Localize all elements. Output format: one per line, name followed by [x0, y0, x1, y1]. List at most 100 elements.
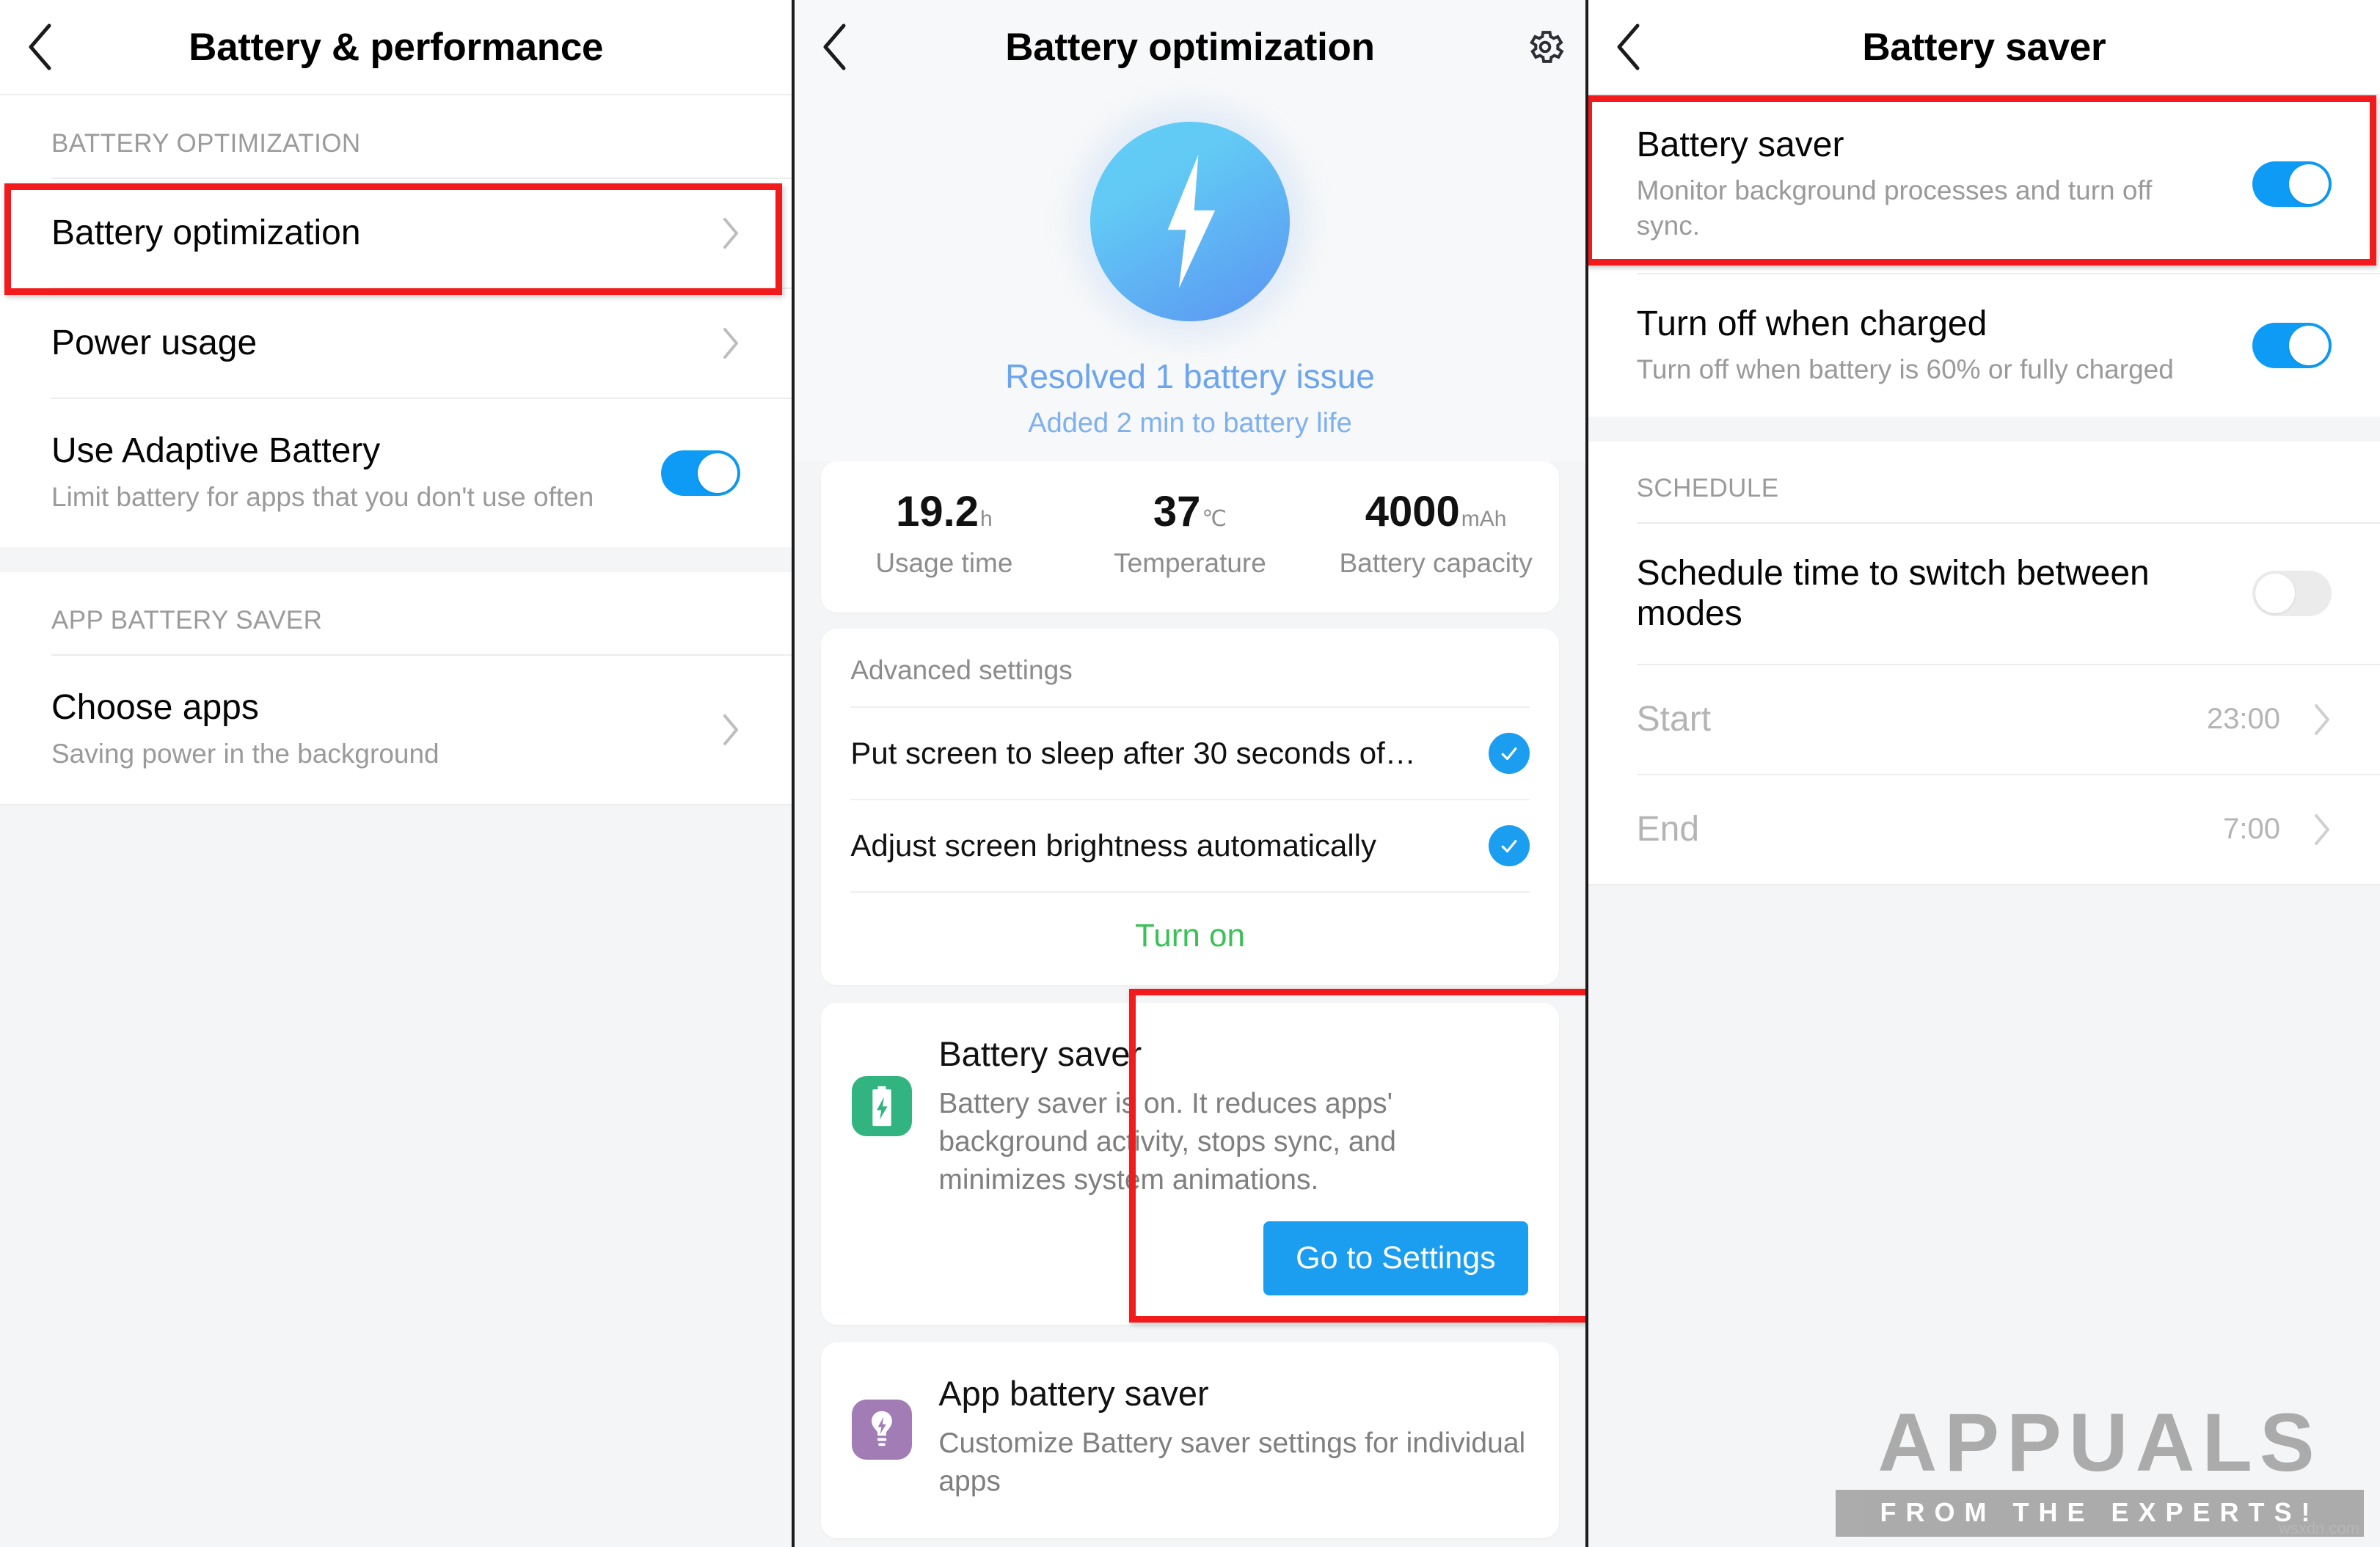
toggle-battery-saver[interactable]	[2252, 161, 2332, 207]
list-item-power-usage[interactable]: Power usage	[0, 289, 792, 398]
stat-label: Usage time	[875, 548, 1013, 578]
page-title: Battery & performance	[189, 25, 604, 69]
check-icon[interactable]	[1488, 733, 1530, 774]
page-title: Battery saver	[1862, 25, 2106, 69]
toggle-knob	[698, 453, 738, 493]
stat-label: Temperature	[1114, 548, 1266, 578]
row-text: Choose apps Saving power in the backgrou…	[51, 656, 708, 804]
battery-stats-card: 19.2h Usage time 37℃ Temperature 4000mAh…	[821, 461, 1559, 612]
gear-icon[interactable]	[1505, 0, 1585, 94]
page-title: Battery optimization	[1005, 25, 1375, 69]
hero-status-text: Resolved 1 battery issue	[1005, 357, 1375, 395]
stat-unit: ℃	[1202, 507, 1227, 531]
row-text: End	[1637, 780, 2223, 879]
toggle-knob	[2255, 574, 2295, 614]
row-text: Turn off when charged Turn off when batt…	[1637, 274, 2252, 417]
hero-substatus-text: Added 2 min to battery life	[1028, 408, 1352, 439]
mid-appbar: Battery optimization	[795, 0, 1585, 94]
list-item-label: Use Adaptive Battery	[51, 431, 381, 470]
list-item-turn-off-when-charged[interactable]: Turn off when charged Turn off when batt…	[1588, 274, 2380, 417]
panel-battery-saver: Battery saver Battery saver Monitor back…	[1588, 0, 2380, 1547]
chevron-right-icon	[708, 216, 740, 250]
row-text: Schedule time to switch between modes	[1637, 524, 2252, 664]
section-gap	[1588, 416, 2380, 442]
list-item-label: Power usage	[51, 323, 258, 363]
advanced-item-auto-brightness[interactable]: Adjust screen brightness automatically	[821, 800, 1558, 891]
list-item-battery-saver[interactable]: Battery saver Monitor background process…	[1588, 95, 2380, 273]
right-appbar: Battery saver	[1588, 0, 2380, 95]
toggle-turn-off-when-charged[interactable]	[2252, 322, 2332, 368]
section-label-app-battery-saver: APP BATTERY SAVER	[0, 571, 792, 654]
right-content: Battery saver Monitor background process…	[1588, 95, 2380, 885]
section-gap	[0, 546, 792, 572]
list-item-label: Choose apps	[51, 687, 259, 727]
advanced-item-screen-sleep[interactable]: Put screen to sleep after 30 seconds of…	[821, 708, 1558, 799]
list-item-description: Monitor background processes and turn of…	[1636, 175, 2153, 241]
list-item-schedule-start[interactable]: Start 23:00	[1588, 665, 2380, 774]
list-item-label: Battery optimization	[51, 213, 361, 253]
card-title: App battery saver	[938, 1374, 1209, 1413]
list-item-schedule-time[interactable]: Schedule time to switch between modes	[1588, 523, 2380, 664]
panel-battery-optimization: Battery optimization Resolved 1 battery …	[795, 0, 1585, 1547]
back-icon[interactable]	[1588, 0, 1669, 94]
list-item-label: Battery saver	[1636, 125, 1844, 164]
left-appbar: Battery & performance	[0, 0, 792, 95]
app-battery-saver-card[interactable]: App battery saver Customize Battery save…	[821, 1342, 1559, 1538]
card-title: Battery saver	[938, 1034, 1142, 1073]
list-item-description: Saving power in the background	[51, 738, 439, 769]
toggle-schedule-time[interactable]	[2252, 571, 2332, 617]
row-text: Use Adaptive Battery Limit battery for a…	[51, 399, 661, 547]
list-item-battery-optimization[interactable]: Battery optimization	[0, 179, 792, 288]
stat-number: 4000	[1365, 488, 1460, 535]
section-label-battery-optimization: BATTERY OPTIMIZATION	[0, 95, 792, 178]
chevron-right-icon	[2299, 703, 2332, 736]
row-text: Battery optimization	[51, 181, 708, 285]
left-content: BATTERY OPTIMIZATION Battery optimizatio…	[0, 95, 792, 805]
bulb-bolt-icon	[852, 1400, 913, 1460]
toggle-use-adaptive-battery[interactable]	[661, 450, 741, 496]
stat-label: Battery capacity	[1339, 548, 1533, 578]
watermark-credit: wsxdn.com	[2278, 1519, 2359, 1537]
check-icon[interactable]	[1488, 825, 1530, 866]
stat-value: 19.2h	[821, 491, 1067, 533]
card-description: Customize Battery saver settings for ind…	[938, 1427, 1526, 1498]
divider	[0, 803, 792, 805]
panel-battery-performance: Battery & performance BATTERY OPTIMIZATI…	[0, 0, 792, 1547]
advanced-settings-card: Advanced settings Put screen to sleep af…	[821, 629, 1559, 985]
battery-saver-card[interactable]: Battery saver Battery saver is on. It re…	[821, 1003, 1559, 1325]
toggle-knob	[2288, 164, 2329, 204]
stat-usage-time: 19.2h Usage time	[821, 491, 1067, 579]
back-icon[interactable]	[0, 0, 81, 94]
mid-content: Resolved 1 battery issue Added 2 min to …	[795, 94, 1585, 1538]
list-item-description: Turn off when battery is 60% or fully ch…	[1636, 354, 2174, 384]
divider	[1588, 883, 2380, 885]
app-battery-saver-body: App battery saver Customize Battery save…	[912, 1375, 1527, 1501]
stat-battery-capacity: 4000mAh Battery capacity	[1313, 491, 1559, 579]
chevron-right-icon	[708, 713, 740, 747]
stat-number: 37	[1153, 488, 1201, 535]
list-item-schedule-end[interactable]: End 7:00	[1588, 775, 2380, 884]
list-item-label: Schedule time to switch between modes	[1636, 553, 2150, 634]
advanced-item-label: Put screen to sleep after 30 seconds of…	[850, 736, 1416, 770]
schedule-end-value: 7:00	[2223, 813, 2280, 846]
list-item-use-adaptive-battery[interactable]: Use Adaptive Battery Limit battery for a…	[0, 399, 792, 547]
list-item-choose-apps[interactable]: Choose apps Saving power in the backgrou…	[0, 655, 792, 804]
stat-value: 37℃	[1067, 491, 1313, 533]
battery-saver-body: Battery saver Battery saver is on. It re…	[912, 1034, 1528, 1296]
advanced-settings-heading: Advanced settings	[850, 655, 1073, 685]
row-text: Battery saver Monitor background process…	[1637, 95, 2252, 273]
list-item-label: End	[1636, 810, 1700, 849]
chevron-right-icon	[2299, 813, 2332, 846]
lightning-bolt-icon	[1089, 122, 1290, 321]
stat-unit: h	[979, 507, 993, 531]
three-panel-screenshot: Battery & performance BATTERY OPTIMIZATI…	[0, 0, 2380, 1547]
list-item-label: Start	[1636, 700, 1712, 739]
list-item-label: Turn off when charged	[1636, 304, 1987, 343]
back-icon[interactable]	[795, 0, 875, 94]
battery-bolt-icon	[852, 1076, 913, 1136]
chevron-right-icon	[708, 326, 740, 360]
turn-on-button[interactable]: Turn on	[821, 893, 1558, 985]
go-to-settings-button[interactable]: Go to Settings	[1263, 1221, 1528, 1296]
row-text: Power usage	[51, 291, 708, 395]
battery-hero: Resolved 1 battery issue Added 2 min to …	[795, 94, 1585, 461]
